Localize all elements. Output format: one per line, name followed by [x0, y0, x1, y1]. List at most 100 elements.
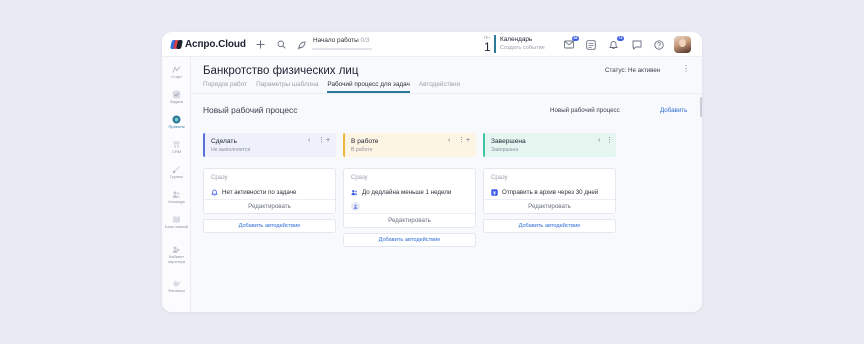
groups-icon [172, 166, 180, 174]
card-condition-text: Нет активности по задаче [222, 188, 297, 196]
process-select[interactable]: Новый рабочий процесс [550, 107, 620, 114]
edit-button[interactable]: Редактировать [204, 199, 335, 213]
sidebar-item-label: Команда [168, 199, 185, 204]
auto-action-card[interactable]: Сразу До дедлайна меньше 1 недели Редакт… [343, 168, 476, 228]
sidebar-item-label: Проекты [168, 124, 185, 129]
sidebar-item-team[interactable]: Команда [162, 190, 191, 205]
chevron-left-icon[interactable]: ‹ [448, 137, 450, 145]
add-auto-action-button[interactable]: Добавить автодействие [343, 233, 476, 247]
archive-icon [491, 188, 498, 196]
sidebar: Старт Задачи Проекты CRM Группы Команда … [162, 57, 191, 312]
page-title: Банкротство физических лиц [203, 65, 359, 77]
add-icon[interactable]: + [466, 137, 470, 145]
team-icon [172, 191, 180, 198]
rocket-icon[interactable] [296, 39, 307, 50]
card-condition-text: До дедлайна меньше 1 недели [362, 188, 452, 196]
status-value: Не активен [628, 67, 661, 74]
sidebar-item-projects[interactable]: Проекты [162, 115, 191, 130]
more-icon[interactable]: ⋮ [458, 137, 465, 145]
more-icon[interactable]: ⋮ [606, 137, 613, 145]
card-trigger-time: Сразу [211, 175, 228, 181]
tab-template-params[interactable]: Параметры шаблона [256, 81, 318, 93]
bell-icon[interactable]: 74 [608, 36, 624, 50]
logo-mark-icon [170, 40, 183, 49]
sidebar-item-label: Группы [169, 174, 184, 179]
process-title: Новый рабочий процесс [203, 105, 298, 115]
column-header: В работе В работе ‹ ⋮ + [343, 133, 476, 157]
edit-button[interactable]: Редактировать [344, 213, 475, 227]
column-subtitle: Завершена [491, 147, 519, 153]
finance-icon [173, 280, 180, 287]
card-condition-text: Отправить в архив через 30 дней [502, 188, 599, 196]
column-name: Сделать [211, 138, 237, 145]
card-condition: Отправить в архив через 30 дней [484, 185, 615, 199]
app-window: Аспро.Cloud Начало работы 0/3 Пн 1 Кален… [162, 32, 702, 312]
sidebar-item-label: Задачи [169, 99, 184, 104]
search-icon[interactable] [276, 39, 287, 50]
edit-button[interactable]: Редактировать [484, 199, 615, 213]
main-content: Банкротство физических лиц Статус: Не ак… [191, 57, 702, 312]
add-button[interactable]: Добавить [660, 107, 687, 114]
projects-icon [172, 115, 181, 124]
more-menu-icon[interactable]: ⋮ [682, 65, 690, 73]
start-work-label: Начало работы [313, 37, 359, 44]
tab-work-order[interactable]: Порядок работ [203, 81, 247, 93]
bell-icon [211, 189, 218, 196]
sidebar-item-tasks[interactable]: Задачи [162, 90, 191, 105]
sidebar-item-crm[interactable]: CRM [162, 140, 191, 155]
sidebar-item-partner-cabinet[interactable]: Кабинет партнера [162, 245, 191, 264]
tasks-icon[interactable] [585, 39, 596, 50]
start-icon [172, 66, 181, 73]
scrollbar[interactable] [700, 97, 702, 117]
sidebar-item-groups[interactable]: Группы [162, 165, 191, 180]
tasks-icon [172, 90, 181, 99]
start-work[interactable]: Начало работы 0/3 [313, 37, 369, 44]
more-icon[interactable]: ⋮ [318, 137, 325, 145]
column-header: Сделать Не выполняется ‹ ⋮ + [203, 133, 336, 157]
chevron-left-icon[interactable]: ‹ [308, 137, 310, 145]
column-header: Завершена Завершена ‹ ⋮ [483, 133, 616, 157]
user-placeholder-icon [351, 201, 360, 211]
card-condition: Нет активности по задаче [204, 185, 335, 199]
auto-action-card[interactable]: Сразу Отправить в архив через 30 дней Ре… [483, 168, 616, 214]
tabs-divider [191, 93, 702, 94]
add-icon[interactable] [255, 39, 266, 50]
crm-icon [173, 141, 180, 148]
users-icon [351, 189, 358, 196]
workflow-column: Сделать Не выполняется ‹ ⋮ + Сразу Нет а… [203, 133, 336, 233]
sidebar-item-finance[interactable]: Финансы [162, 279, 191, 294]
user-avatar[interactable] [674, 36, 691, 53]
column-subtitle: Не выполняется [211, 147, 251, 153]
sidebar-item-label: Финансы [168, 288, 185, 293]
add-auto-action-button[interactable]: Добавить автодействие [203, 219, 336, 233]
column-name: В работе [351, 138, 379, 145]
card-assignee [344, 199, 475, 213]
help-icon[interactable] [653, 39, 664, 50]
status-label: Статус: [605, 67, 627, 74]
sidebar-item-label: База знаний [165, 224, 188, 229]
mail-badge: 38 [571, 36, 579, 41]
sidebar-item-start[interactable]: Старт [162, 65, 191, 80]
tab-auto-actions[interactable]: Автодействия [419, 81, 460, 93]
start-work-progress: 0/3 [360, 37, 370, 44]
sidebar-item-knowledge-base[interactable]: База знаний [162, 215, 191, 230]
card-trigger-time: Сразу [351, 175, 368, 181]
card-trigger-time: Сразу [491, 175, 508, 181]
add-auto-action-button[interactable]: Добавить автодействие [483, 219, 616, 233]
chat-icon[interactable] [631, 39, 642, 50]
workflow-column: Завершена Завершена ‹ ⋮ Сразу Отправить … [483, 133, 616, 233]
chevron-left-icon[interactable]: ‹ [598, 137, 600, 145]
auto-action-card[interactable]: Сразу Нет активности по задаче Редактиро… [203, 168, 336, 214]
calendar-title[interactable]: Календарь [500, 36, 532, 43]
sidebar-item-label: Старт [171, 74, 182, 79]
mail-icon[interactable]: 38 [563, 36, 579, 50]
top-bar: Аспро.Cloud Начало работы 0/3 Пн 1 Кален… [162, 32, 702, 57]
logo[interactable]: Аспро.Cloud [170, 39, 246, 50]
day-number: 1 [484, 40, 491, 54]
notifications-badge: 74 [616, 36, 624, 41]
status-indicator[interactable]: Статус: Не активен [605, 67, 660, 74]
create-event-link[interactable]: Создать событие [500, 45, 545, 51]
add-icon[interactable]: + [326, 137, 330, 145]
workflow-column: В работе В работе ‹ ⋮ + Сразу До дедлайн… [343, 133, 476, 247]
tab-task-workflow[interactable]: Рабочий процесс для задач [327, 81, 411, 93]
